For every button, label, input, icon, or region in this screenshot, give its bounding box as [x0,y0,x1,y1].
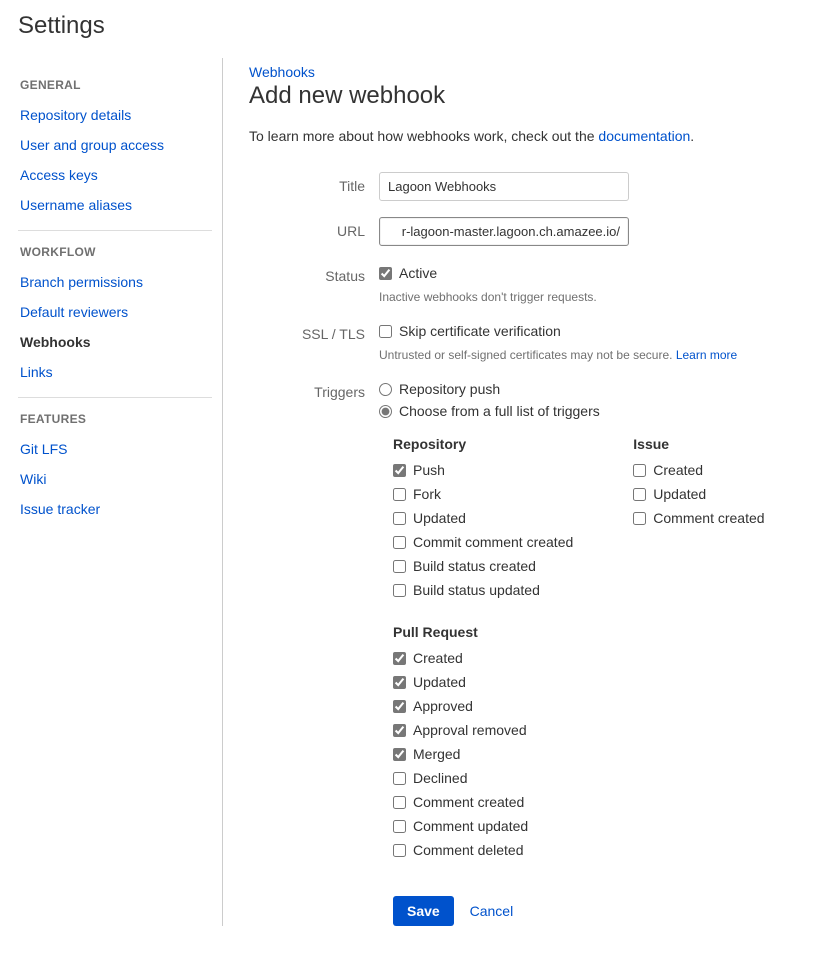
sidebar-item-repository-details[interactable]: Repository details [18,100,212,130]
trigger-issue-label: Updated [653,486,706,502]
save-button[interactable]: Save [393,896,454,926]
intro-suffix: . [690,128,694,144]
sidebar-item-links[interactable]: Links [18,357,212,387]
sidebar-item-webhooks[interactable]: Webhooks [18,327,212,357]
sidebar-item-git-lfs[interactable]: Git LFS [18,434,212,464]
trigger-issue-comment-created-checkbox[interactable] [633,512,646,525]
sidebar-item-user-and-group-access[interactable]: User and group access [18,130,212,160]
url-input[interactable] [379,217,629,246]
ssl-skip-text: Skip certificate verification [399,323,561,339]
settings-sidebar: GENERAL Repository detailsUser and group … [18,58,223,926]
trigger-pull-request-comment-deleted-checkbox[interactable] [393,844,406,857]
sidebar-section-heading: GENERAL [20,78,212,92]
status-active-checkbox[interactable] [379,267,392,280]
sidebar-item-branch-permissions[interactable]: Branch permissions [18,267,212,297]
triggers-body: Repository Push Fork Updated Commit comment… [393,432,815,862]
title-label: Title [249,172,379,194]
issue-heading: Issue [633,436,773,452]
intro-prefix: To learn more about how webhooks work, c… [249,128,598,144]
ssl-hint-prefix: Untrusted or self-signed certificates ma… [379,348,676,362]
trigger-pull-request-label: Approved [413,698,473,714]
title-input[interactable] [379,172,629,201]
trigger-repository-commit-comment-created-checkbox[interactable] [393,536,406,549]
trigger-repository-label: Fork [413,486,441,502]
trigger-mode-radio-repository-push[interactable] [379,383,392,396]
trigger-mode-label: Repository push [399,381,500,397]
pull-request-heading: Pull Request [393,624,815,640]
trigger-pull-request-declined-checkbox[interactable] [393,772,406,785]
trigger-issue-label: Created [653,462,703,478]
triggers-label: Triggers [249,378,379,400]
trigger-pull-request-merged-checkbox[interactable] [393,748,406,761]
trigger-pull-request-label: Merged [413,746,460,762]
url-label: URL [249,217,379,239]
form-heading: Add new webhook [249,82,815,110]
trigger-repository-build-status-created-checkbox[interactable] [393,560,406,573]
trigger-pull-request-approved-checkbox[interactable] [393,700,406,713]
trigger-mode-label: Choose from a full list of triggers [399,403,600,419]
trigger-issue-created-checkbox[interactable] [633,464,646,477]
ssl-hint: Untrusted or self-signed certificates ma… [379,348,815,362]
sidebar-item-wiki[interactable]: Wiki [18,464,212,494]
trigger-issue-updated-checkbox[interactable] [633,488,646,501]
ssl-learn-more-link[interactable]: Learn more [676,348,737,362]
trigger-pull-request-label: Declined [413,770,467,786]
trigger-group-pull-request: Pull Request Created Updated Approved Appro… [393,624,815,862]
sidebar-item-default-reviewers[interactable]: Default reviewers [18,297,212,327]
trigger-pull-request-comment-created-checkbox[interactable] [393,796,406,809]
trigger-issue-label: Comment created [653,510,764,526]
trigger-repository-label: Updated [413,510,466,526]
sidebar-item-username-aliases[interactable]: Username aliases [18,190,212,220]
documentation-link[interactable]: documentation [598,128,690,144]
trigger-pull-request-updated-checkbox[interactable] [393,676,406,689]
trigger-mode-radio-choose-from-a-full-list-of-triggers[interactable] [379,405,392,418]
intro-text: To learn more about how webhooks work, c… [249,128,815,144]
trigger-pull-request-label: Comment created [413,794,524,810]
repository-heading: Repository [393,436,573,452]
trigger-repository-label: Commit comment created [413,534,573,550]
page-title: Settings [18,12,815,40]
trigger-repository-updated-checkbox[interactable] [393,512,406,525]
status-active-text: Active [399,265,437,281]
ssl-label: SSL / TLS [249,320,379,342]
sidebar-section-heading: WORKFLOW [20,245,212,259]
sidebar-item-access-keys[interactable]: Access keys [18,160,212,190]
trigger-repository-label: Build status updated [413,582,540,598]
status-label: Status [249,262,379,284]
sidebar-section-heading: FEATURES [20,412,212,426]
trigger-repository-build-status-updated-checkbox[interactable] [393,584,406,597]
trigger-group-repository: Repository Push Fork Updated Commit comment… [393,432,573,602]
trigger-pull-request-created-checkbox[interactable] [393,652,406,665]
trigger-repository-label: Push [413,462,445,478]
trigger-repository-push-checkbox[interactable] [393,464,406,477]
trigger-pull-request-label: Approval removed [413,722,527,738]
status-hint: Inactive webhooks don't trigger requests… [379,290,815,304]
trigger-pull-request-label: Created [413,650,463,666]
trigger-repository-fork-checkbox[interactable] [393,488,406,501]
trigger-group-issue: Issue Created Updated Comment created [633,432,773,602]
breadcrumb[interactable]: Webhooks [249,64,815,80]
ssl-skip-checkbox[interactable] [379,325,392,338]
trigger-repository-label: Build status created [413,558,536,574]
main-content: Webhooks Add new webhook To learn more a… [223,58,815,926]
sidebar-item-issue-tracker[interactable]: Issue tracker [18,494,212,524]
trigger-pull-request-label: Comment updated [413,818,528,834]
trigger-pull-request-comment-updated-checkbox[interactable] [393,820,406,833]
trigger-pull-request-approval-removed-checkbox[interactable] [393,724,406,737]
trigger-pull-request-label: Updated [413,674,466,690]
trigger-pull-request-label: Comment deleted [413,842,524,858]
cancel-button[interactable]: Cancel [470,903,514,919]
